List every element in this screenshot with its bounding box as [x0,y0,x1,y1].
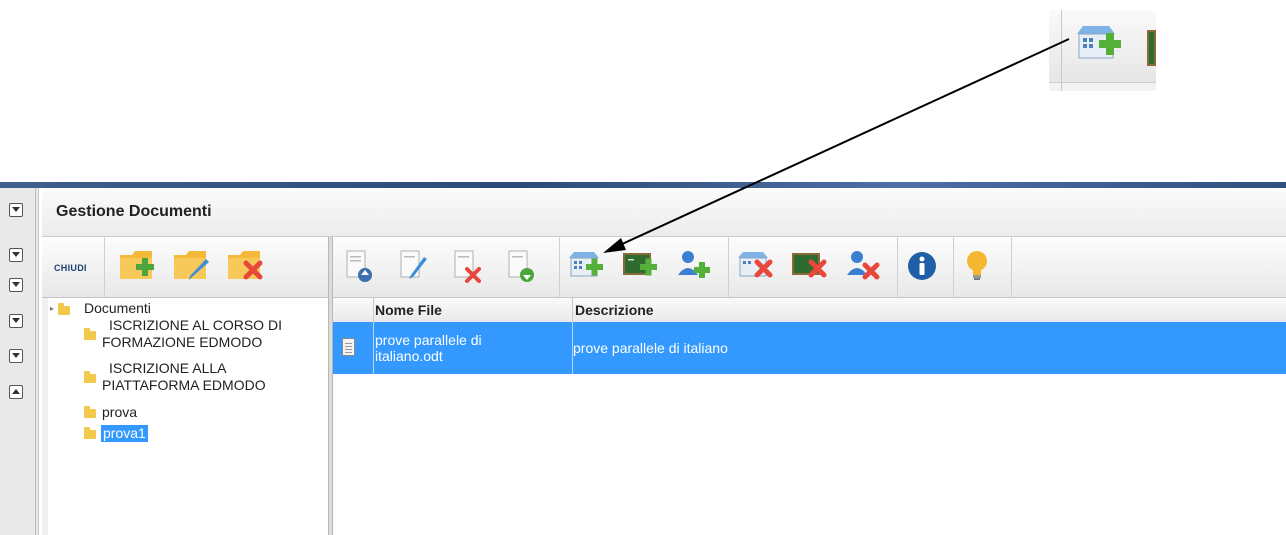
expand-button-3[interactable] [9,278,23,292]
folder-icon [58,303,70,315]
tree-item-label: FORMAZIONE EDMODO [102,334,263,350]
file-edit-icon[interactable] [399,249,429,286]
zoom-inset [1049,10,1156,91]
document-toolbar [333,237,1286,298]
collapse-divider [35,188,36,535]
folder-icon [84,371,96,383]
toolbar-separator [104,237,105,297]
document-manager-panel: Gestione Documenti CHIUDI ▸ Documenti IS… [42,188,1286,535]
toolbar-separator [1011,237,1012,297]
school-add-icon[interactable] [568,250,604,283]
file-delete-icon[interactable] [453,249,483,286]
file-name-cell: prove parallele di italiano.odt [375,332,482,364]
column-divider [373,322,374,374]
tree-item-prova1[interactable]: prova1 [101,425,148,442]
column-divider[interactable] [572,298,573,322]
panel-header: Gestione Documenti [42,188,1286,237]
class-add-icon-partial [1147,30,1156,66]
folder-icon [84,328,96,340]
folder-add-icon[interactable] [118,247,160,286]
column-header-descrizione[interactable]: Descrizione [575,302,654,318]
folder-toolbar: CHIUDI [42,237,328,298]
school-add-icon [1075,24,1123,67]
class-remove-icon[interactable] [791,250,827,283]
close-button[interactable]: CHIUDI [54,263,87,273]
folder-icon [84,406,96,418]
folder-delete-icon[interactable] [226,247,268,286]
tree-item-prova[interactable]: prova [102,404,137,421]
expand-button-2[interactable] [9,248,23,262]
tree-expander-icon[interactable]: ▸ [50,304,54,313]
file-name-line: prove parallele di [375,332,482,348]
tree-item-label: ISCRIZIONE ALLA [109,360,227,376]
folder-tree: ▸ Documenti ISCRIZIONE AL CORSO DI FORMA… [48,298,328,535]
expand-button-5[interactable] [9,349,23,363]
toolbar-separator [953,237,954,297]
lightbulb-icon[interactable] [963,249,991,286]
file-name-line: italiano.odt [375,348,443,364]
user-remove-icon[interactable] [845,249,881,284]
tree-item-iscrizione-corso[interactable]: ISCRIZIONE AL CORSO DI FORMAZIONE EDMODO [102,317,282,351]
tree-item-iscrizione-piattaforma[interactable]: ISCRIZIONE ALLA PIATTAFORMA EDMODO [102,360,266,394]
tree-item-label: PIATTAFORMA EDMODO [102,377,266,393]
collapse-column [0,188,39,535]
column-header-nome-file[interactable]: Nome File [375,302,442,318]
file-add-icon[interactable] [507,249,537,286]
folder-icon [84,427,96,439]
class-add-icon[interactable] [622,250,658,283]
documents-grid: Nome File Descrizione prove parallele di… [333,298,1286,535]
tree-item-label: ISCRIZIONE AL CORSO DI [109,317,282,333]
zoom-inset-separator [1061,10,1062,91]
user-add-icon[interactable] [676,249,712,284]
school-remove-icon[interactable] [737,250,773,283]
table-row[interactable]: prove parallele di italiano.odt prove pa… [333,322,1286,374]
toolbar-separator [728,237,729,297]
tree-root-documenti[interactable]: Documenti [84,300,151,317]
collapse-button[interactable] [9,385,23,399]
expand-button-4[interactable] [9,314,23,328]
toolbar-separator [559,237,560,297]
expand-button-1[interactable] [9,203,23,217]
folder-edit-icon[interactable] [172,247,214,286]
description-cell: prove parallele di italiano [573,340,728,356]
page-title: Gestione Documenti [56,203,212,220]
grid-header: Nome File Descrizione [333,298,1286,323]
document-icon [342,338,355,356]
column-divider [373,298,374,322]
info-icon[interactable] [906,250,938,285]
file-upload-icon[interactable] [345,249,375,286]
toolbar-separator [897,237,898,297]
